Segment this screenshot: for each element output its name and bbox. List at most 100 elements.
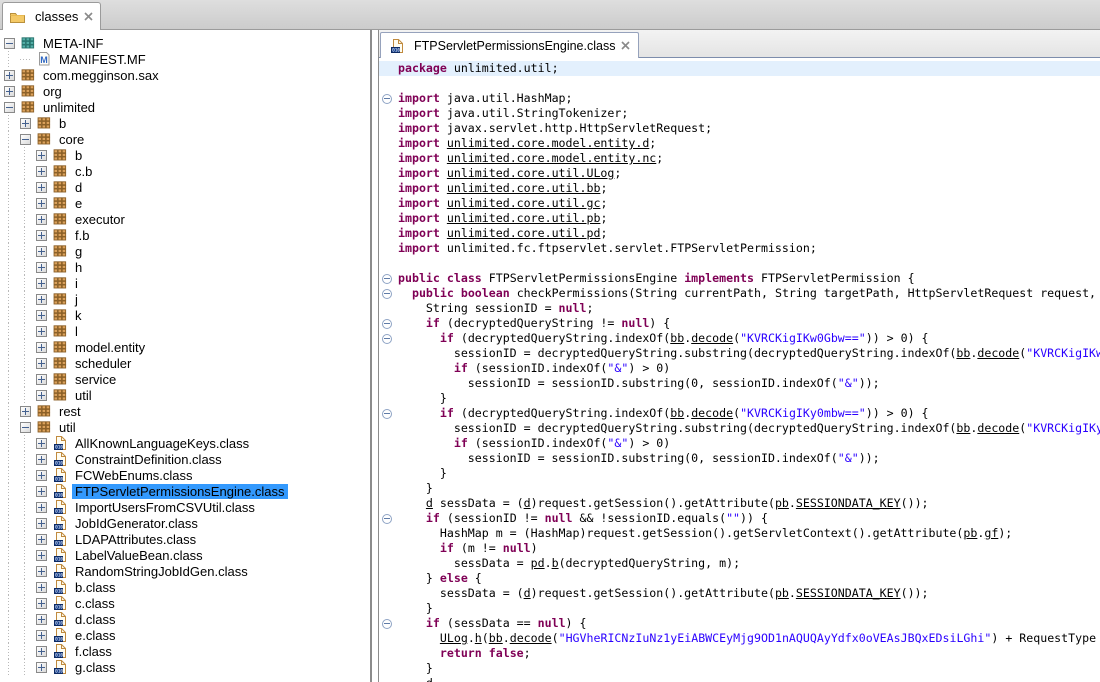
tree-item[interactable]: util [0,387,370,403]
code-line[interactable]: sessionID = decryptedQueryString.substri… [379,346,1100,361]
tree-item[interactable]: 010JobIdGenerator.class [0,515,370,531]
tree-item[interactable]: 010g.class [0,659,370,675]
code-line[interactable]: import unlimited.core.util.ULog; [379,166,1100,181]
code-line[interactable]: return false; [379,646,1100,661]
code-reference-link[interactable]: pd [531,556,545,570]
code-line[interactable]: d sessData = (d)request.getSession().get… [379,496,1100,511]
class-tree[interactable]: META-INF MMANIFEST.MFcom.megginson.saxor… [0,30,371,682]
code-line[interactable]: if (sessionID.indexOf("&") > 0) [379,436,1100,451]
tree-item[interactable]: rest [0,403,370,419]
code-reference-link[interactable]: bb [670,331,684,345]
tree-item[interactable]: l [0,323,370,339]
tree-item[interactable]: com.megginson.sax [0,67,370,83]
fold-collapse-icon[interactable] [382,289,392,299]
close-icon[interactable] [83,12,93,22]
tree-item[interactable]: 010FTPServletPermissionsEngine.class [0,483,370,499]
code-reference-link[interactable]: unlimited.core.util.pd [447,226,601,240]
tree-item[interactable]: f.b [0,227,370,243]
expand-plus-icon[interactable] [36,182,47,193]
expand-plus-icon[interactable] [36,470,47,481]
code-line[interactable]: ULog.h(bb.decode("HGVheRICNzIuNz1yEiABWC… [379,631,1100,646]
tree-item[interactable]: 010ImportUsersFromCSVUtil.class [0,499,370,515]
code-line[interactable]: } [379,391,1100,406]
tree-item[interactable]: 010e.class [0,627,370,643]
code-line[interactable]: import unlimited.core.util.bb; [379,181,1100,196]
code-line[interactable] [379,76,1100,91]
code-reference-link[interactable]: unlimited.core.util.bb [447,181,601,195]
expand-plus-icon[interactable] [36,518,47,529]
tree-item[interactable]: 010FCWebEnums.class [0,467,370,483]
code-reference-link[interactable]: b [552,556,559,570]
expand-plus-icon[interactable] [36,454,47,465]
tree-item[interactable]: executor [0,211,370,227]
expand-plus-icon[interactable] [4,70,15,81]
code-reference-link[interactable]: unlimited.core.util.gc [447,196,601,210]
code-reference-link[interactable]: gf [984,526,998,540]
code-reference-link[interactable]: decode [691,406,733,420]
tree-item[interactable]: util [0,419,370,435]
tree-item[interactable]: d [0,179,370,195]
expand-plus-icon[interactable] [36,646,47,657]
tree-item[interactable]: core [0,131,370,147]
tree-item[interactable]: g [0,243,370,259]
tree-item[interactable]: MMANIFEST.MF [0,51,370,67]
expand-plus-icon[interactable] [36,582,47,593]
tree-item[interactable]: 010LabelValueBean.class [0,547,370,563]
fold-collapse-icon[interactable] [382,334,392,344]
expand-plus-icon[interactable] [36,598,47,609]
tree-item[interactable]: service [0,371,370,387]
expand-plus-icon[interactable] [36,534,47,545]
code-reference-link[interactable]: h [475,631,482,645]
expand-plus-icon[interactable] [36,438,47,449]
tree-item[interactable]: j [0,291,370,307]
collapse-minus-icon[interactable] [4,38,15,49]
expand-plus-icon[interactable] [36,198,47,209]
tree-item[interactable]: 010AllKnownLanguageKeys.class [0,435,370,451]
expand-plus-icon[interactable] [36,486,47,497]
expand-plus-icon[interactable] [36,662,47,673]
tree-item[interactable]: b [0,115,370,131]
code-line[interactable]: sessionID = sessionID.substring(0, sessi… [379,376,1100,391]
code-line[interactable]: if (decryptedQueryString.indexOf(bb.deco… [379,331,1100,346]
code-reference-link[interactable]: unlimited.core.util.ULog [447,166,615,180]
code-line[interactable]: if (m != null) [379,541,1100,556]
code-reference-link[interactable]: pb [963,526,977,540]
tree-item[interactable]: META-INF [0,35,370,51]
expand-plus-icon[interactable] [20,406,31,417]
code-reference-link[interactable]: unlimited.core.util.pb [447,211,601,225]
code-reference-link[interactable]: bb [956,421,970,435]
expand-plus-icon[interactable] [20,118,31,129]
code-line[interactable]: if (decryptedQueryString != null) { [379,316,1100,331]
code-reference-link[interactable]: bb [670,406,684,420]
code-line[interactable]: String sessionID = null; [379,301,1100,316]
code-reference-link[interactable]: bb [489,631,503,645]
expand-plus-icon[interactable] [36,566,47,577]
tree-item[interactable]: b [0,147,370,163]
code-reference-link[interactable]: d [524,586,531,600]
tree-item[interactable]: 010f.class [0,643,370,659]
code-line[interactable]: import java.util.StringTokenizer; [379,106,1100,121]
code-line[interactable]: import unlimited.fc.ftpservlet.servlet.F… [379,241,1100,256]
expand-plus-icon[interactable] [36,214,47,225]
code-reference-link[interactable]: pb [775,496,789,510]
code-line[interactable]: d [379,676,1100,682]
tree-item[interactable]: k [0,307,370,323]
tab-ftpservletpermissionsengine[interactable]: 010 FTPServletPermissionsEngine.class [380,32,639,58]
expand-plus-icon[interactable] [36,246,47,257]
tree-item[interactable]: 010b.class [0,579,370,595]
tree-item[interactable]: 010d.class [0,611,370,627]
code-reference-link[interactable]: unlimited.core.model.entity.d [447,136,649,150]
code-reference-link[interactable]: ULog [440,631,468,645]
tree-item[interactable]: 010LDAPAttributes.class [0,531,370,547]
expand-plus-icon[interactable] [36,326,47,337]
collapse-minus-icon[interactable] [20,422,31,433]
code-reference-link[interactable]: pb [775,586,789,600]
expand-plus-icon[interactable] [36,166,47,177]
code-line[interactable]: } [379,661,1100,676]
expand-plus-icon[interactable] [36,342,47,353]
expand-plus-icon[interactable] [36,614,47,625]
expand-plus-icon[interactable] [36,230,47,241]
code-line[interactable]: sessionID = sessionID.substring(0, sessi… [379,451,1100,466]
code-line[interactable]: sessData = pd.b(decryptedQueryString, m)… [379,556,1100,571]
fold-collapse-icon[interactable] [382,619,392,629]
